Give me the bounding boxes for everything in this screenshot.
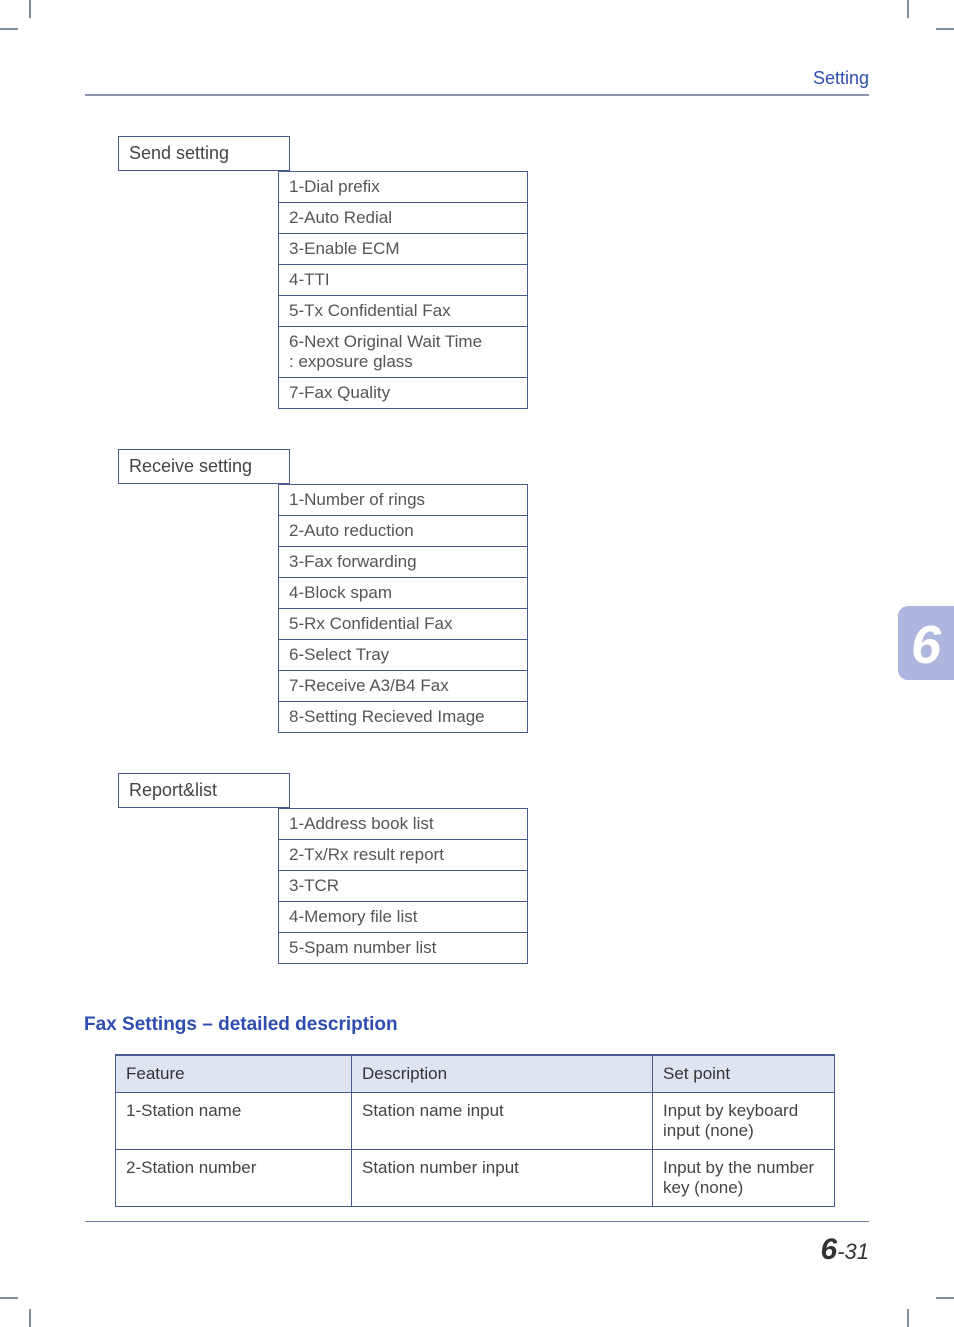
list-item: 8-Setting Recieved Image [278, 702, 528, 733]
list-item: 4-Memory file list [278, 902, 528, 933]
list-item: 1-Address book list [278, 808, 528, 840]
list-item: 7-Fax Quality [278, 378, 528, 409]
content-area: Send setting 1-Dial prefix 2-Auto Redial… [118, 130, 838, 1207]
list-item: 4-TTI [278, 265, 528, 296]
page-chapter: 6 [821, 1233, 838, 1266]
cell-setpoint: Input by keyboard input (none) [653, 1093, 835, 1150]
list-item: 1-Number of rings [278, 484, 528, 516]
col-header: Set point [653, 1055, 835, 1093]
list-item: 6-Select Tray [278, 640, 528, 671]
group-title: Report&list [118, 773, 290, 808]
group-items: 1-Address book list 2-Tx/Rx result repor… [278, 808, 528, 964]
page-index: 31 [845, 1239, 869, 1264]
list-item: 4-Block spam [278, 578, 528, 609]
table-row: 1-Station name Station name input Input … [116, 1093, 835, 1150]
list-item: 3-TCR [278, 871, 528, 902]
cell-setpoint: Input by the number key (none) [653, 1150, 835, 1207]
list-item: 3-Enable ECM [278, 234, 528, 265]
table-row: 2-Station number Station number input In… [116, 1150, 835, 1207]
col-header: Description [352, 1055, 653, 1093]
footer-rule [85, 1221, 869, 1222]
cell-description: Station number input [352, 1150, 653, 1207]
page-header-title: Setting [813, 68, 869, 89]
list-item: 2-Auto Redial [278, 203, 528, 234]
list-item: 6-Next Original Wait Time : exposure gla… [278, 327, 528, 378]
cell-feature: 1-Station name [116, 1093, 352, 1150]
cell-feature: 2-Station number [116, 1150, 352, 1207]
list-item: 7-Receive A3/B4 Fax [278, 671, 528, 702]
group-items: 1-Number of rings 2-Auto reduction 3-Fax… [278, 484, 528, 733]
chapter-tab: 6 [898, 606, 954, 680]
col-header: Feature [116, 1055, 352, 1093]
list-item: 5-Tx Confidential Fax [278, 296, 528, 327]
page-number: 6-31 [821, 1233, 870, 1267]
list-item: 5-Rx Confidential Fax [278, 609, 528, 640]
group-title: Send setting [118, 136, 290, 171]
header-rule [85, 94, 869, 96]
group-items: 1-Dial prefix 2-Auto Redial 3-Enable ECM… [278, 171, 528, 409]
list-item: 1-Dial prefix [278, 171, 528, 203]
list-item: 5-Spam number list [278, 933, 528, 964]
subsection-title: Fax Settings – detailed description [84, 1014, 838, 1036]
cell-description: Station name input [352, 1093, 653, 1150]
page-sep: - [837, 1239, 844, 1264]
group-title: Receive setting [118, 449, 290, 484]
fax-settings-table: Feature Description Set point 1-Station … [115, 1054, 835, 1207]
list-item: 2-Tx/Rx result report [278, 840, 528, 871]
list-item: 2-Auto reduction [278, 516, 528, 547]
table-header-row: Feature Description Set point [116, 1055, 835, 1093]
list-item: 3-Fax forwarding [278, 547, 528, 578]
